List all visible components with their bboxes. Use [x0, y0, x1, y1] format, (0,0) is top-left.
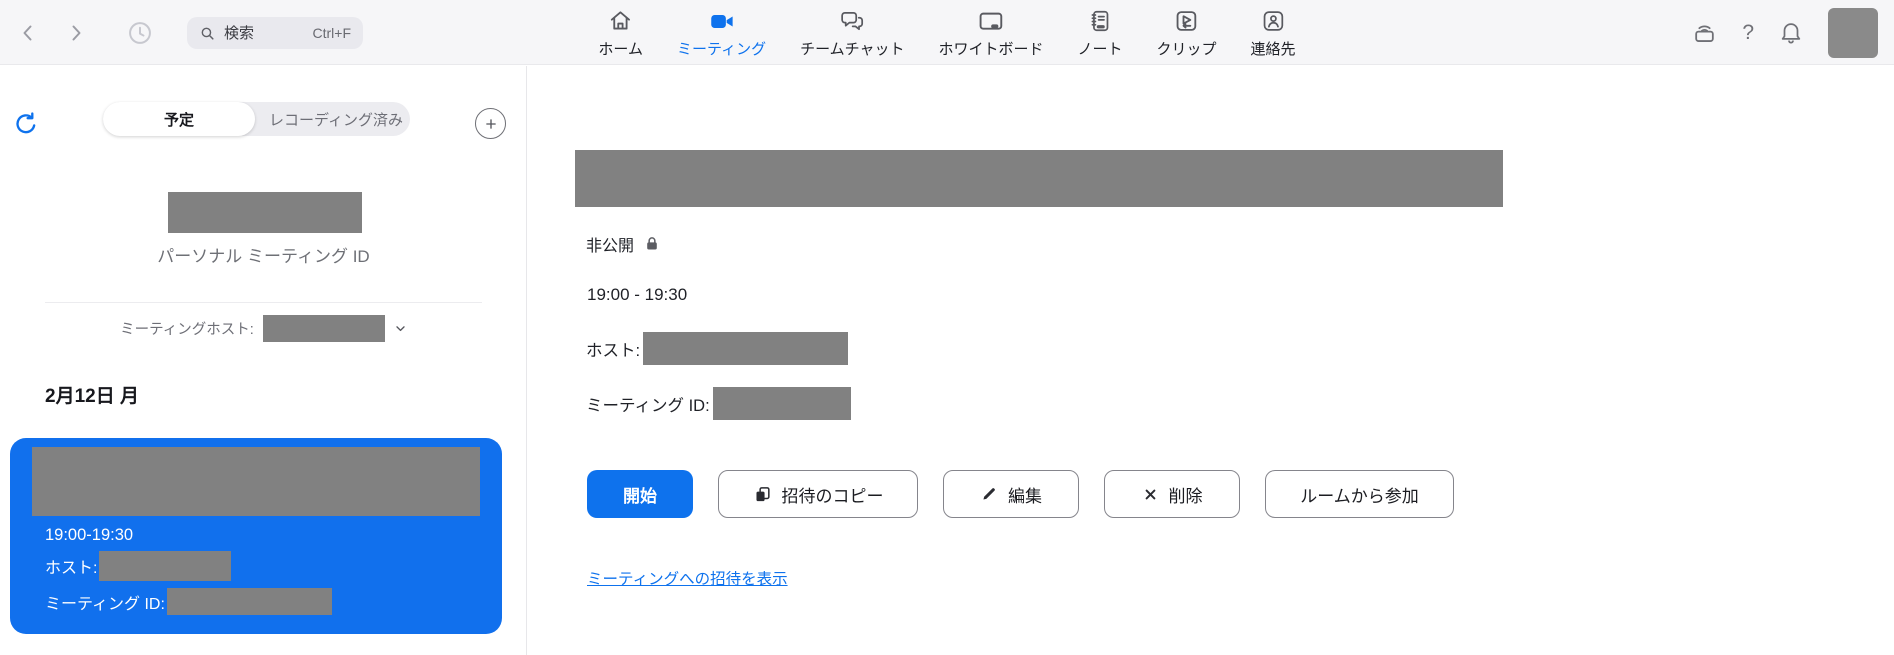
- meeting-card-id-redacted: [167, 588, 332, 615]
- clips-icon: [1174, 7, 1200, 35]
- sidebar-segmented-control: 予定 レコーディング済み: [103, 102, 410, 136]
- help-icon: ?: [1742, 21, 1754, 44]
- meeting-card-time: 19:00-19:30: [45, 526, 133, 545]
- tab-label: クリップ: [1157, 38, 1217, 59]
- meeting-time: 19:00 - 19:30: [587, 285, 687, 305]
- meeting-host-filter-label: ミーティングホスト:: [120, 318, 254, 339]
- meeting-card-host-redacted: [99, 551, 231, 581]
- tab-contacts[interactable]: 連絡先: [1251, 7, 1296, 59]
- refresh-button[interactable]: [12, 110, 40, 138]
- meeting-card-host-row: ホスト:: [45, 551, 231, 581]
- contacts-icon: [1260, 7, 1286, 35]
- meeting-card-host-label: ホスト:: [45, 554, 97, 578]
- host-row: ホスト:: [586, 332, 848, 365]
- tab-label: チームチャット: [800, 38, 904, 59]
- show-meeting-invitation-link[interactable]: ミーティングへの招待を表示: [587, 567, 788, 589]
- join-from-room-button[interactable]: ルームから参加: [1265, 470, 1454, 518]
- meeting-id-redacted: [713, 387, 851, 420]
- x-icon: [1142, 486, 1159, 503]
- privacy-row: 非公開: [586, 232, 661, 256]
- copy-invitation-label: 招待のコピー: [782, 482, 884, 507]
- join-from-room-label: ルームから参加: [1300, 482, 1419, 507]
- avatar[interactable]: [1828, 8, 1878, 58]
- cast-icon: [1691, 19, 1718, 46]
- copy-icon: [753, 485, 772, 504]
- refresh-icon: [12, 110, 40, 138]
- chevron-down-icon: [394, 322, 407, 335]
- meeting-detail-panel: 非公開 19:00 - 19:30 ホスト: ミーティング ID: 開始 招待の…: [528, 66, 1894, 655]
- help-button[interactable]: ?: [1742, 21, 1754, 45]
- tab-notes[interactable]: ノート: [1078, 7, 1123, 59]
- tab-whiteboard[interactable]: ホワイトボード: [939, 7, 1044, 59]
- personal-meeting-id-label: パーソナル ミーティング ID: [0, 242, 527, 267]
- chat-icon: [839, 7, 865, 35]
- history-button[interactable]: [126, 19, 154, 47]
- tab-label: ミーティング: [677, 38, 766, 59]
- tab-recorded[interactable]: レコーディング済み: [255, 102, 417, 136]
- meeting-card-id-label: ミーティング ID:: [45, 590, 165, 614]
- search-input[interactable]: [224, 25, 307, 42]
- tab-home[interactable]: ホーム: [598, 7, 643, 59]
- edit-label: 編集: [1008, 482, 1042, 507]
- edit-button[interactable]: 編集: [943, 470, 1079, 518]
- bell-icon: [1778, 20, 1804, 46]
- cast-to-device-button[interactable]: [1691, 19, 1718, 46]
- meeting-title-redacted: [575, 150, 1503, 207]
- add-meeting-button[interactable]: [475, 108, 506, 139]
- tab-team-chat[interactable]: チームチャット: [800, 7, 904, 59]
- chevron-right-icon: [64, 21, 88, 45]
- notifications-button[interactable]: [1778, 20, 1804, 46]
- tab-meetings[interactable]: ミーティング: [677, 7, 766, 59]
- lock-icon: [643, 235, 661, 253]
- top-bar: Ctrl+F ホーム ミーティング チームチャット ホワイトボード: [0, 0, 1894, 65]
- personal-meeting-id-redacted: [168, 192, 362, 233]
- notes-icon: [1087, 7, 1113, 35]
- nav-forward-button[interactable]: [64, 21, 88, 45]
- delete-button[interactable]: 削除: [1104, 470, 1240, 518]
- tab-label: ノート: [1078, 38, 1123, 59]
- tab-label: ホーム: [598, 38, 643, 59]
- main-tab-strip: ホーム ミーティング チームチャット ホワイトボード ノート: [598, 7, 1295, 59]
- meeting-card-selected[interactable]: 19:00-19:30 ホスト: ミーティング ID:: [10, 438, 502, 634]
- home-icon: [608, 7, 634, 35]
- sidebar-divider: [45, 302, 482, 303]
- action-button-row: 開始 招待のコピー 編集 削除 ルームから参加: [587, 470, 1454, 518]
- date-header: 2月12日 月: [45, 381, 139, 408]
- host-redacted: [643, 332, 848, 365]
- search-icon: [199, 25, 216, 42]
- nav-back-button[interactable]: [16, 21, 40, 45]
- plus-icon: [482, 115, 500, 133]
- meeting-id-label: ミーティング ID:: [586, 392, 710, 416]
- pencil-icon: [980, 485, 998, 503]
- topbar-right-controls: ?: [1691, 0, 1878, 65]
- tab-label: ホワイトボード: [939, 38, 1044, 59]
- copy-invitation-button[interactable]: 招待のコピー: [718, 470, 918, 518]
- delete-label: 削除: [1169, 482, 1203, 507]
- meetings-sidebar: 予定 レコーディング済み パーソナル ミーティング ID ミーティングホスト: …: [0, 66, 527, 655]
- video-icon: [708, 7, 735, 35]
- meeting-title-redacted: [32, 447, 480, 516]
- tab-clips[interactable]: クリップ: [1157, 7, 1217, 59]
- search-box[interactable]: Ctrl+F: [187, 17, 363, 49]
- meeting-id-row: ミーティング ID:: [586, 387, 851, 420]
- meeting-host-filter[interactable]: ミーティングホスト:: [0, 315, 527, 342]
- tab-upcoming[interactable]: 予定: [103, 102, 255, 136]
- start-button[interactable]: 開始: [587, 470, 693, 518]
- history-clock-icon: [126, 19, 154, 47]
- chevron-left-icon: [16, 21, 40, 45]
- meeting-host-redacted: [263, 315, 385, 342]
- privacy-label: 非公開: [586, 232, 634, 256]
- meeting-card-id-row: ミーティング ID:: [45, 588, 332, 615]
- whiteboard-icon: [978, 7, 1005, 35]
- tab-label: 連絡先: [1251, 38, 1296, 59]
- search-shortcut-hint: Ctrl+F: [313, 25, 352, 41]
- host-label: ホスト:: [586, 337, 640, 361]
